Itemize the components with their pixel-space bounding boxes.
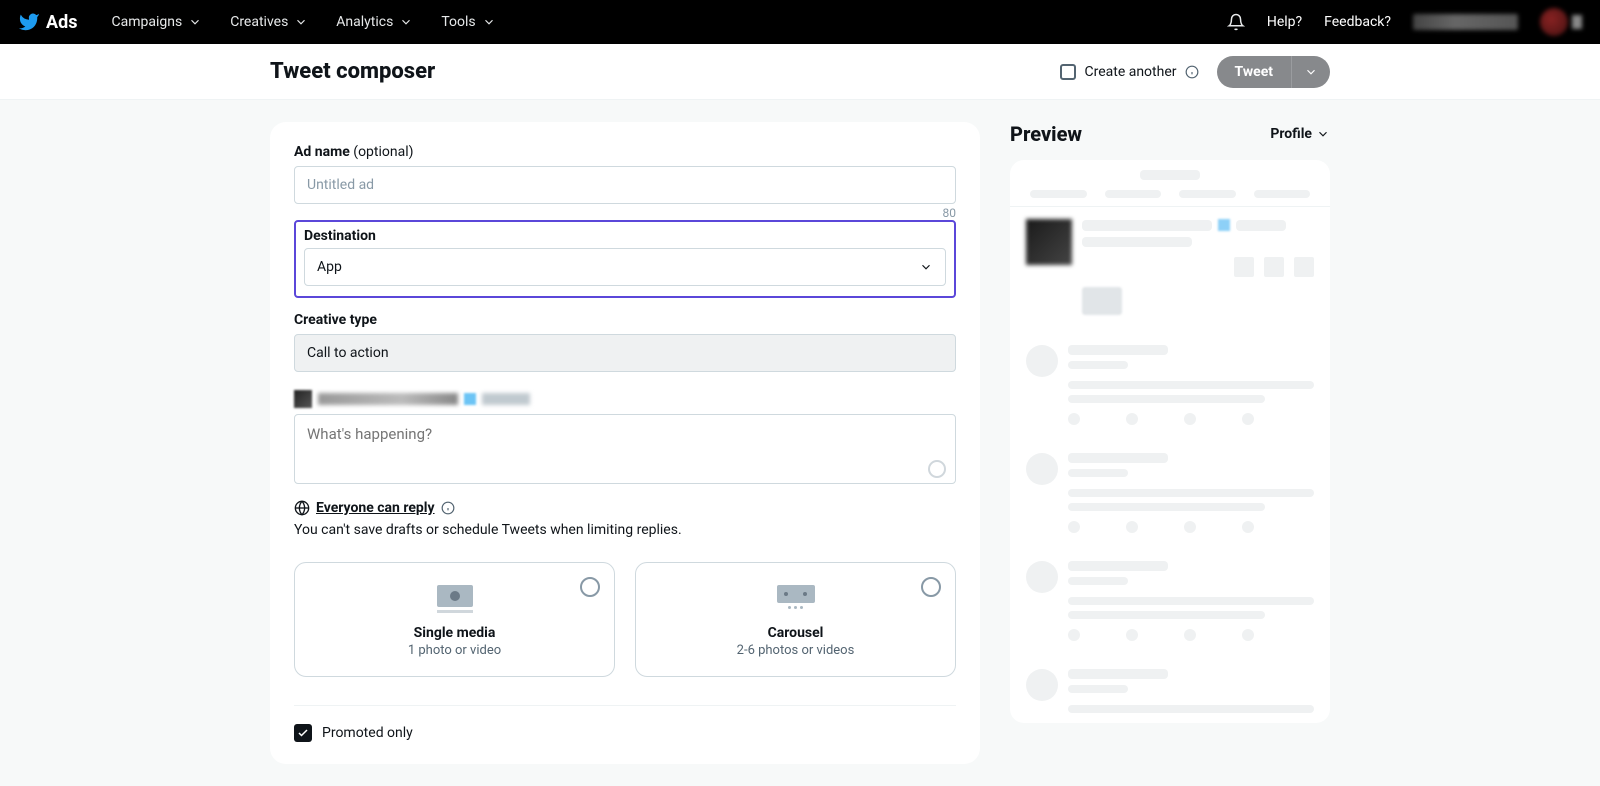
feedback-link[interactable]: Feedback? [1324,14,1391,30]
composer-card: Ad name (optional) 80 Destination App Cr… [270,122,980,764]
page-title: Tweet composer [270,59,435,84]
preview-title: Preview [1010,122,1082,146]
user-avatar-redacted [294,390,312,408]
tweet-button[interactable]: Tweet [1217,56,1291,88]
nav-creatives[interactable]: Creatives [216,14,322,30]
chevron-down-icon [294,15,308,29]
destination-value: App [317,259,342,275]
create-another-label: Create another [1084,64,1176,80]
chevron-down-icon [919,260,933,274]
media-option-sub: 1 photo or video [307,643,602,658]
media-option-carousel[interactable]: Carousel 2-6 photos or videos [635,562,956,677]
nav-item-label: Tools [441,14,475,30]
top-nav: Ads Campaigns Creatives Analytics Tools … [0,0,1600,44]
preview-view-mode-dropdown[interactable]: Profile [1270,126,1330,142]
creative-type-value: Call to action [307,345,389,361]
chevron-down-icon [482,15,496,29]
media-option-title: Single media [307,625,602,641]
help-link[interactable]: Help? [1267,14,1302,30]
preview-featured-item [1026,219,1314,315]
preview-feed-item [1026,547,1314,655]
preview-card [1010,160,1330,723]
preview-feed-item [1026,439,1314,547]
promoted-only-label: Promoted only [322,725,413,741]
globe-icon [294,500,310,516]
preview-panel: Preview Profile [1010,122,1330,723]
creative-type-label: Creative type [294,312,956,328]
tweet-char-counter-icon [928,460,946,478]
destination-field-highlight: Destination App [294,220,956,298]
nav-item-label: Creatives [230,14,288,30]
single-media-icon [435,585,475,615]
nav-analytics[interactable]: Analytics [322,14,427,30]
twitter-bird-icon [18,11,40,33]
nav-item-label: Analytics [336,14,393,30]
radio-unchecked[interactable] [921,577,941,597]
media-option-title: Carousel [648,625,943,641]
tweet-button-group: Tweet [1217,56,1330,88]
chevron-down-icon [1316,127,1330,141]
nav-tools[interactable]: Tools [427,14,509,30]
media-option-single[interactable]: Single media 1 photo or video [294,562,615,677]
chevron-down-icon [1304,65,1318,79]
logo[interactable]: Ads [18,11,77,33]
destination-label: Destination [304,228,946,244]
nav-item-label: Campaigns [111,14,182,30]
ad-name-label: Ad name (optional) [294,144,956,160]
preview-feed-item [1026,655,1314,719]
preview-avatar-redacted [1026,219,1072,265]
nav-campaigns[interactable]: Campaigns [97,14,216,30]
reply-setting-link[interactable]: Everyone can reply [316,500,435,516]
ad-name-input[interactable] [294,166,956,204]
media-type-options: Single media 1 photo or video Carousel 2… [294,562,956,677]
media-option-sub: 2-6 photos or videos [648,643,943,658]
divider [294,705,956,706]
chevron-down-icon [188,15,202,29]
checkbox-unchecked[interactable] [1060,64,1076,80]
create-another-toggle[interactable]: Create another [1060,64,1198,80]
account-avatar[interactable] [1540,8,1568,36]
tweet-text-input[interactable] [294,414,956,484]
tweet-button-dropdown[interactable] [1291,56,1330,88]
preview-feed-item [1026,331,1314,439]
account-menu-icon[interactable] [1572,15,1582,29]
destination-select[interactable]: App [304,248,946,286]
info-icon [441,501,455,515]
creative-type-select: Call to action [294,334,956,372]
user-name-redacted [318,393,458,405]
reply-note: You can't save drafts or schedule Tweets… [294,522,956,538]
reply-setting-row: Everyone can reply [294,500,956,516]
check-icon [297,727,309,739]
logo-text: Ads [46,12,77,33]
carousel-media-icon [776,585,816,615]
ad-name-char-count: 80 [294,206,956,220]
user-handle-redacted [482,393,530,405]
chevron-down-icon [399,15,413,29]
preview-view-mode-label: Profile [1270,126,1312,142]
user-badge-redacted [464,393,476,405]
composer-user-row [294,390,956,408]
notifications-icon[interactable] [1227,13,1245,31]
page-header: Tweet composer Create another Tweet [0,44,1600,100]
radio-unchecked[interactable] [580,577,600,597]
account-name-redacted[interactable] [1413,14,1518,30]
info-icon [1185,65,1199,79]
